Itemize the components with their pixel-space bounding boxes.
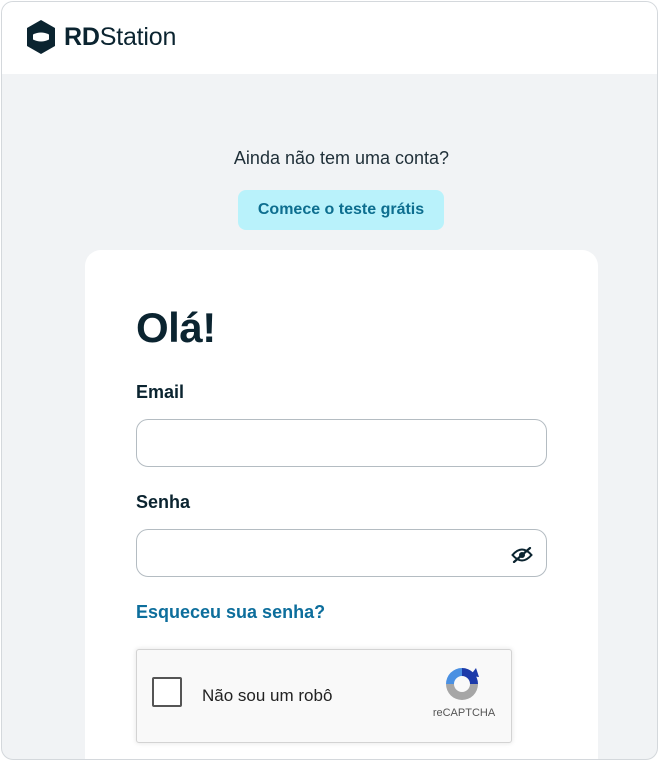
recaptcha-label: Não sou um robô <box>202 686 333 705</box>
forgot-password-link[interactable]: Esqueceu sua senha? <box>136 602 325 623</box>
brand-wordmark-light: Station <box>99 22 177 51</box>
start-free-trial-button[interactable]: Comece o teste grátis <box>238 190 444 230</box>
login-card: Olá! Email Senha Esqueceu sua senha? Não… <box>85 250 598 759</box>
top-bar: RDStation <box>2 2 657 74</box>
login-page: RDStation Ainda não tem uma conta? Comec… <box>1 1 658 760</box>
brand-wordmark: RDStation <box>64 22 177 51</box>
signup-question: Ainda não tem uma conta? <box>233 148 450 168</box>
page-title: Olá! <box>136 304 216 351</box>
email-field[interactable] <box>136 419 547 467</box>
recaptcha-brand: reCAPTCHA <box>432 707 496 719</box>
email-label: Email <box>136 382 185 402</box>
password-field[interactable] <box>136 529 547 577</box>
password-label: Senha <box>136 492 191 512</box>
brand-logo[interactable]: RDStation <box>25 18 176 56</box>
recaptcha-logo-icon <box>446 668 479 700</box>
brand-wordmark-bold: RD <box>64 22 100 51</box>
recaptcha-checkbox[interactable] <box>152 677 182 707</box>
recaptcha-widget: Não sou um robô reCAPTCHA <box>136 649 512 743</box>
eye-off-icon[interactable] <box>510 543 534 567</box>
hexagon-logo-icon <box>27 20 55 54</box>
